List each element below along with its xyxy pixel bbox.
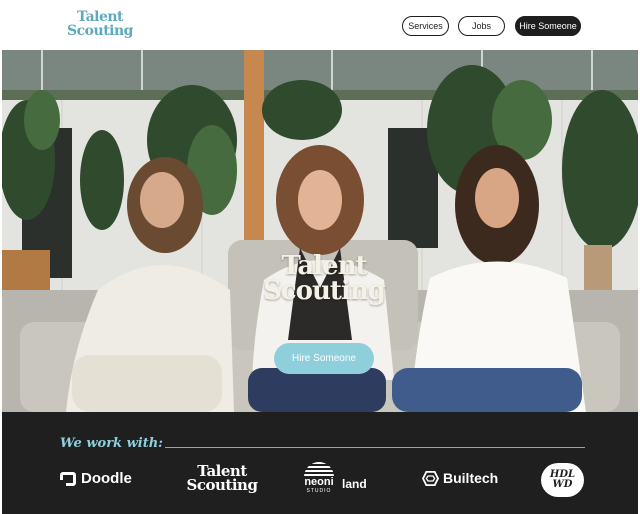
partner-logo-neoni-land: neoni STUDIO land [304, 462, 367, 494]
partner-hdlwd-line2: WD [552, 479, 573, 490]
nav-jobs-button[interactable]: Jobs [458, 16, 505, 36]
partner-doodle-name: Doodle [81, 470, 132, 487]
nav-services-button[interactable]: Services [402, 16, 449, 36]
partner-logo-doodle: Doodle [60, 470, 132, 487]
partner-logo-builtech: Builtech [422, 470, 498, 486]
partners-divider [165, 447, 585, 448]
partner-neoni-sub: STUDIO [306, 488, 332, 494]
neoni-sun-icon [304, 462, 334, 477]
partner-logo-hdlwd: HDL WD [541, 463, 584, 497]
partners-heading: We work with: [60, 436, 163, 451]
partner-land-name: land [342, 477, 367, 491]
site-header: Talent Scouting Services Jobs Hire Someo… [0, 0, 640, 50]
partner-builtech-name: Builtech [443, 470, 499, 486]
doodle-mark-icon [60, 471, 76, 486]
partner-talent-line2: Scouting [186, 476, 258, 494]
hero-hire-someone-button[interactable]: Hire Someone [274, 343, 374, 374]
hero-section: Talent Scouting Hire Someone [2, 50, 638, 412]
site-logo[interactable]: Talent Scouting [60, 10, 140, 38]
hero-logo: Talent Scouting [248, 253, 400, 306]
partner-logo-talent-scouting: Talent Scouting [182, 464, 262, 494]
nav-hire-someone-button[interactable]: Hire Someone [515, 16, 581, 36]
site-logo-line2: Scouting [67, 23, 133, 39]
partners-section: We work with: Doodle Talent Scouting neo… [2, 412, 638, 514]
partner-neoni-name: neoni [304, 476, 334, 488]
site-logo-line1: Talent [76, 9, 124, 25]
neoni-badge: neoni STUDIO [304, 462, 334, 494]
hero-logo-line2: Scouting [263, 276, 386, 306]
builtech-hex-icon [422, 470, 439, 486]
